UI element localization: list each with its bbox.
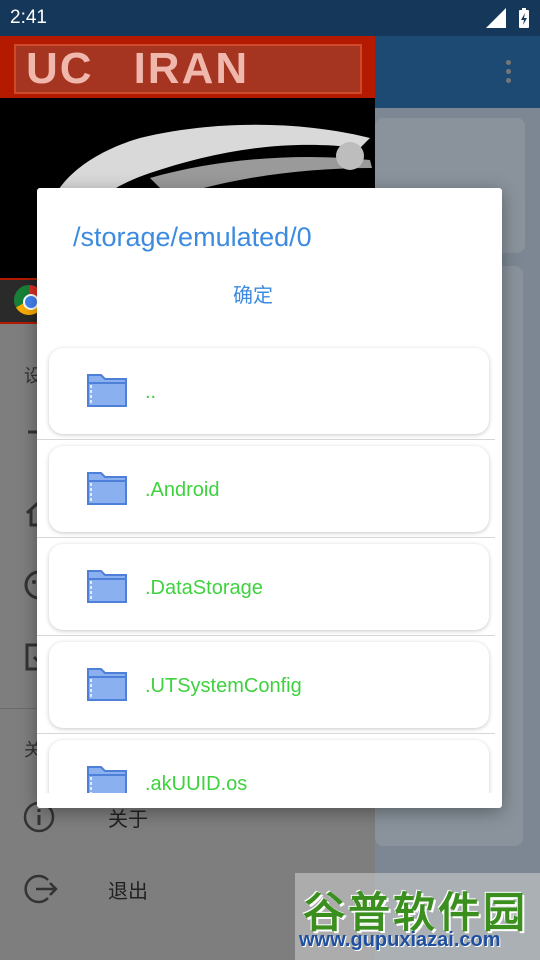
folder-icon [87, 766, 127, 793]
confirm-button[interactable]: 确定 [233, 279, 273, 308]
app-toolbar [375, 36, 540, 108]
file-name: .. [145, 381, 157, 403]
drawer-item-exit-label: 退出 [108, 880, 148, 903]
overflow-menu-icon[interactable] [506, 60, 512, 87]
file-row-card[interactable]: .Android [49, 446, 489, 532]
ad-banner-logo: UC IRAN [14, 44, 362, 94]
status-bar: 2:41 [0, 0, 540, 36]
drawer-banner: UC IRAN [0, 36, 375, 98]
directory-picker-dialog: /storage/emulated/0 确定 .. .Android .Data… [37, 188, 502, 808]
file-row-card[interactable]: .akUUID.os [49, 740, 489, 793]
file-row[interactable]: .Android [37, 436, 502, 538]
folder-icon [87, 570, 127, 603]
drawer-item-exit[interactable]: 退出 [22, 872, 148, 906]
folder-icon [87, 668, 127, 701]
file-name: .DataStorage [145, 577, 263, 599]
file-name: .UTSystemConfig [145, 675, 302, 697]
file-row[interactable]: .DataStorage [37, 534, 502, 636]
file-row-card[interactable]: .UTSystemConfig [49, 642, 489, 728]
file-row-card[interactable]: .. [49, 348, 489, 434]
status-icons [486, 8, 530, 28]
file-row[interactable]: .akUUID.os [37, 730, 502, 793]
folder-icon [87, 472, 127, 505]
dialog-current-path: /storage/emulated/0 [73, 222, 312, 252]
battery-charging-icon [519, 8, 529, 28]
file-list[interactable]: .. .Android .DataStorage .UTSystemConfig [37, 338, 502, 793]
signal-icon [486, 8, 506, 28]
site-watermark: 谷普软件园 www.gupuxiazai.com [295, 873, 540, 960]
folder-icon [87, 374, 127, 407]
file-row-card[interactable]: .DataStorage [49, 544, 489, 630]
logout-icon [24, 874, 58, 904]
file-name: .Android [145, 479, 220, 501]
file-row[interactable]: .. [37, 338, 502, 440]
file-row[interactable]: .UTSystemConfig [37, 632, 502, 734]
status-time: 2:41 [10, 7, 47, 28]
watermark-url: www.gupuxiazai.com [299, 929, 501, 951]
file-name: .akUUID.os [145, 773, 248, 793]
